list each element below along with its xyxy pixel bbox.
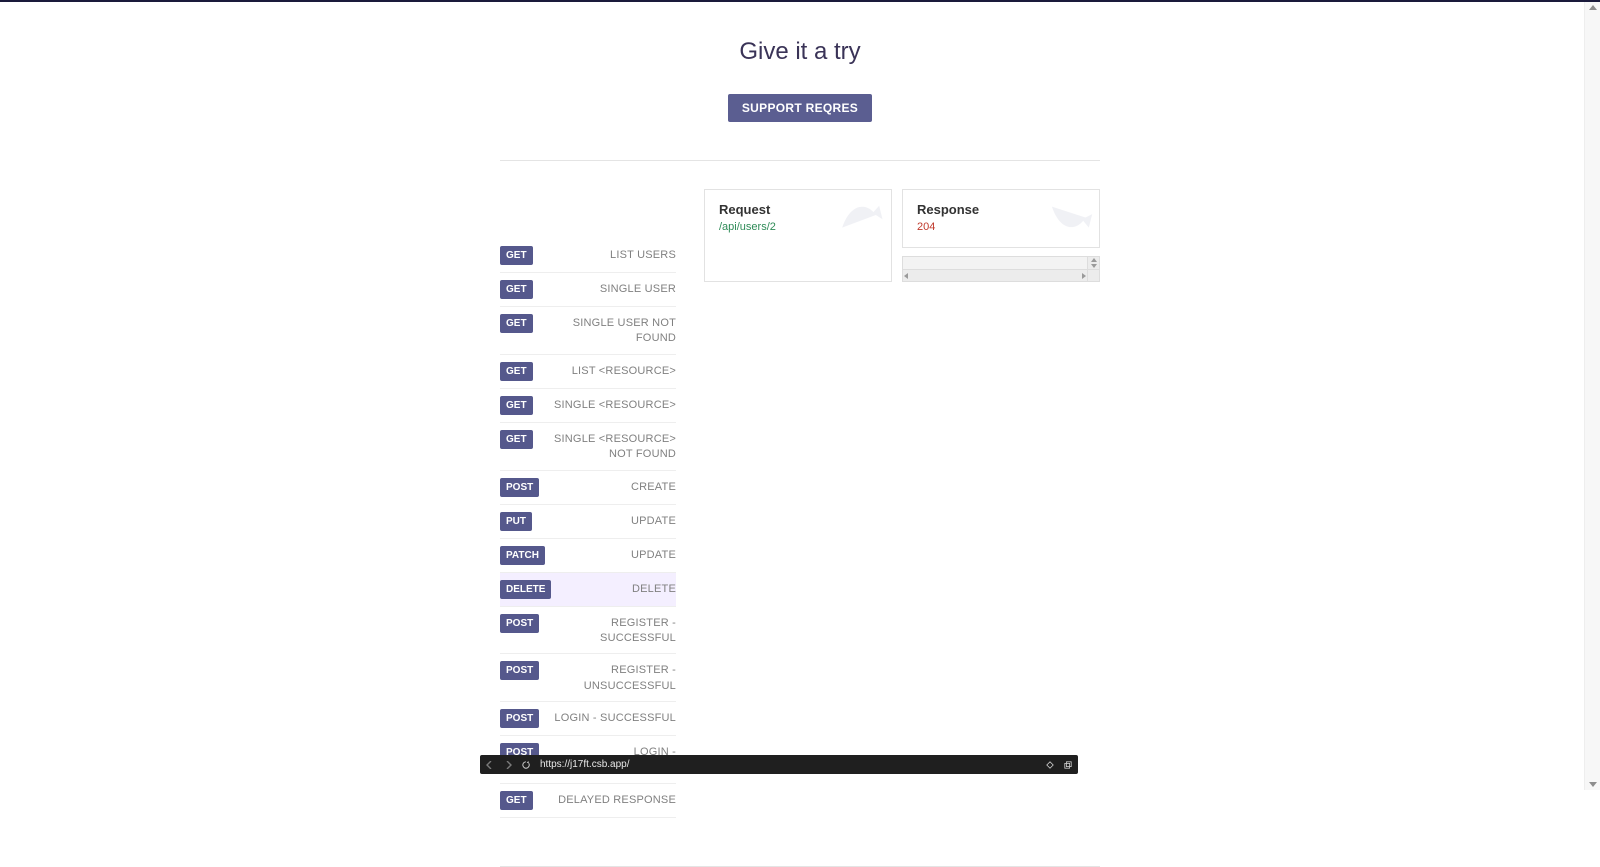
- endpoint-label: UPDATE: [555, 546, 676, 563]
- endpoint-row[interactable]: DELETE DELETE: [500, 573, 676, 607]
- main-content: Give it a try SUPPORT REQRES GET LIST USE…: [500, 0, 1100, 867]
- method-badge: PUT: [500, 512, 532, 531]
- endpoint-row[interactable]: GET LIST <RESOURCE>: [500, 355, 676, 389]
- method-badge: POST: [500, 661, 539, 680]
- method-badge: GET: [500, 430, 533, 449]
- endpoint-row[interactable]: GET SINGLE USER: [500, 273, 676, 307]
- divider: [500, 160, 1100, 161]
- method-badge: GET: [500, 362, 533, 381]
- endpoint-label: DELETE: [561, 580, 676, 597]
- endpoint-label: SINGLE <RESOURCE>: [543, 396, 676, 413]
- method-badge: POST: [500, 709, 539, 728]
- new-window-icon[interactable]: [1064, 761, 1072, 769]
- method-badge: POST: [500, 478, 539, 497]
- scroll-down-icon[interactable]: [1589, 782, 1597, 787]
- page-scrollbar[interactable]: [1584, 2, 1600, 790]
- endpoint-row[interactable]: GET DELAYED RESPONSE: [500, 784, 676, 818]
- panels: Request /api/users/2 Response 204: [704, 189, 1100, 282]
- nav-forward-icon[interactable]: [504, 761, 512, 769]
- scroll-up-icon[interactable]: [1589, 5, 1597, 10]
- method-badge: GET: [500, 791, 533, 810]
- page-title: Give it a try: [500, 38, 1100, 66]
- endpoint-row[interactable]: GET SINGLE USER NOT FOUND: [500, 307, 676, 355]
- endpoint-label: DELAYED RESPONSE: [543, 791, 676, 808]
- response-panel: Response 204: [902, 189, 1100, 248]
- endpoint-label: REGISTER - SUCCESSFUL: [549, 614, 676, 647]
- response-body[interactable]: [902, 256, 1100, 282]
- preview-url[interactable]: https://j17ft.csb.app/: [540, 759, 1036, 770]
- endpoint-row[interactable]: POST REGISTER - SUCCESSFUL: [500, 607, 676, 655]
- support-row: SUPPORT REQRES: [500, 94, 1100, 122]
- reload-icon[interactable]: [522, 761, 530, 769]
- endpoint-row[interactable]: GET SINGLE <RESOURCE>: [500, 389, 676, 423]
- endpoint-row[interactable]: PUT UPDATE: [500, 505, 676, 539]
- method-badge: DELETE: [500, 580, 551, 599]
- response-status: 204: [917, 221, 1085, 233]
- request-panel: Request /api/users/2: [704, 189, 892, 282]
- method-badge: GET: [500, 314, 533, 333]
- endpoint-row[interactable]: POST LOGIN - SUCCESSFUL: [500, 702, 676, 736]
- response-title: Response: [917, 202, 1085, 217]
- try-layout: GET LIST USERS GET SINGLE USER GET SINGLE USE…: [500, 189, 1100, 818]
- endpoint-label: LIST <RESOURCE>: [543, 362, 676, 379]
- scrollbar-corner: [1087, 269, 1099, 281]
- endpoint-label: UPDATE: [542, 512, 676, 529]
- nav-back-icon[interactable]: [486, 761, 494, 769]
- preview-url-bar: https://j17ft.csb.app/: [480, 755, 1078, 774]
- request-title: Request: [719, 202, 877, 217]
- endpoint-label: LOGIN - SUCCESSFUL: [549, 709, 676, 726]
- endpoint-label: CREATE: [549, 478, 676, 495]
- method-badge: PATCH: [500, 546, 545, 565]
- window-top-border: [0, 0, 1600, 2]
- method-badge: GET: [500, 396, 533, 415]
- endpoint-row[interactable]: POST CREATE: [500, 471, 676, 505]
- endpoint-label: SINGLE USER NOT FOUND: [543, 314, 676, 347]
- endpoint-label: SINGLE <RESOURCE> NOT FOUND: [543, 430, 676, 463]
- endpoint-label: REGISTER - UNSUCCESSFUL: [549, 661, 676, 694]
- endpoint-row[interactable]: GET SINGLE <RESOURCE> NOT FOUND: [500, 423, 676, 471]
- scrollbar-vertical[interactable]: [1087, 257, 1099, 269]
- endpoint-row[interactable]: PATCH UPDATE: [500, 539, 676, 573]
- endpoint-row[interactable]: GET LIST USERS: [500, 239, 676, 273]
- scrollbar-horizontal[interactable]: [903, 269, 1087, 281]
- method-badge: GET: [500, 280, 533, 299]
- endpoint-label: LIST USERS: [543, 246, 676, 263]
- endpoint-list: GET LIST USERS GET SINGLE USER GET SINGLE USE…: [500, 239, 676, 818]
- request-path: /api/users/2: [719, 221, 877, 233]
- support-reqres-button[interactable]: SUPPORT REQRES: [728, 94, 872, 122]
- endpoint-label: SINGLE USER: [543, 280, 676, 297]
- method-badge: GET: [500, 246, 533, 265]
- method-badge: POST: [500, 614, 539, 633]
- expand-icon[interactable]: [1046, 761, 1054, 769]
- endpoint-row[interactable]: POST REGISTER - UNSUCCESSFUL: [500, 654, 676, 702]
